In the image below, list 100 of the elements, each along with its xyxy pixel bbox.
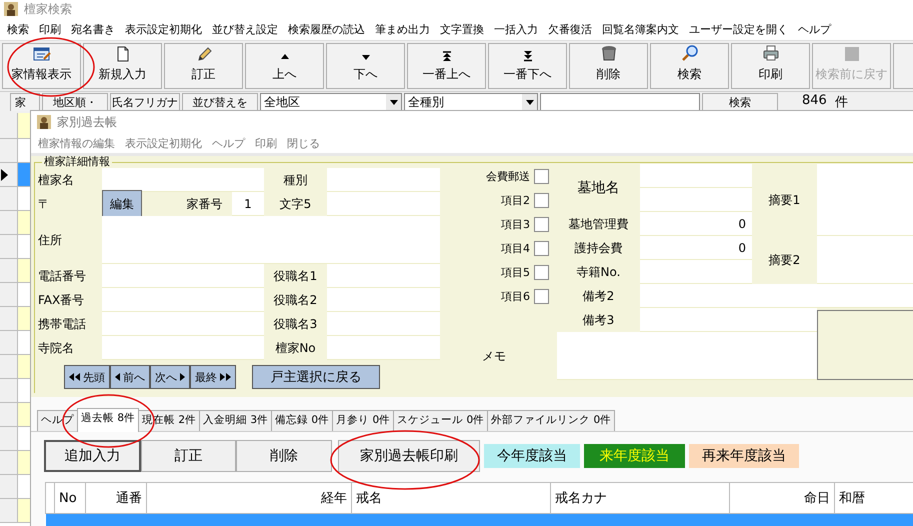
checkbox[interactable] [534,264,549,280]
tab[interactable]: 入金明細 3件 [199,410,272,431]
menu-item[interactable]: ユーザー設定を開く [684,22,793,36]
menu-item[interactable]: 筆まめ出力 [370,22,435,36]
checkbox[interactable] [534,168,549,184]
caret-icon [390,100,398,105]
menu-item[interactable]: 検索履歴の読込 [283,22,370,36]
toolbar-button[interactable]: 訂正 [164,43,243,89]
column-header[interactable]: 戒名 [352,482,550,514]
toolbar-button[interactable]: 検索 [650,43,729,89]
column-header[interactable]: 戒名カナ [550,482,730,514]
tab[interactable]: 月参り 0件 [332,410,394,431]
menu-item[interactable]: 回覧名簿案内文 [597,22,684,36]
toolbar-button[interactable]: 家情報表示 [2,43,81,89]
menu-item[interactable]: ヘルプ [793,22,836,36]
tab[interactable]: 備忘録 0件 [271,410,334,431]
field-label: FAX番号 [38,292,86,308]
text-field[interactable] [102,216,440,264]
text-field[interactable] [640,188,752,212]
bottom-arrow-icon [522,50,532,62]
text-field[interactable] [640,284,913,308]
text-field[interactable] [640,164,752,188]
text-field[interactable] [102,312,264,336]
sort-button[interactable]: 地区順・ [42,93,108,111]
sort-button[interactable]: 氏名フリガナ [110,93,180,111]
text-field[interactable] [327,288,440,312]
text-field[interactable] [640,308,817,332]
sort-button[interactable]: 家 [10,93,40,111]
menu-item[interactable]: 宛名書き [66,22,120,36]
text-field[interactable] [640,260,752,284]
tab[interactable]: 外部ファイルリンク 0件 [487,410,616,431]
toolbar-button[interactable]: 削除 [569,43,648,89]
window-title: 家別過去帳 [57,114,117,130]
menu-item[interactable]: 檀家情報の編集 [33,136,120,150]
text-field[interactable] [327,312,440,336]
grid-cell [18,307,30,330]
action-button[interactable]: 削除 [236,440,332,472]
checkbox[interactable] [534,192,549,208]
toolbar-button[interactable]: 一番下へ [488,43,567,89]
field-label: 寺籍No. [576,264,622,280]
tab[interactable]: スケジュール 0件 [393,410,488,431]
top-arrow-icon [442,50,452,62]
checkbox-label: 項目6 [501,288,530,304]
action-button[interactable]: 訂正 [141,440,236,472]
double-right-icon [220,373,231,381]
checkbox[interactable] [534,240,549,256]
dropdown[interactable]: 全種別 [404,93,538,111]
dropdown[interactable]: 全地区 [260,93,402,111]
memo-field[interactable] [557,332,817,380]
menu-item[interactable]: 表示設定初期化 [120,22,207,36]
nav-button[interactable]: 先頭 [64,365,110,389]
toolbar-button[interactable]: 一番上へ [407,43,486,89]
menu-item[interactable]: 閉じる [282,136,325,150]
menu-item[interactable]: 印刷 [250,136,282,150]
text-field[interactable] [102,288,264,312]
tab[interactable]: 過去帳 8件 [77,408,140,432]
checkbox[interactable] [534,216,549,232]
checkbox[interactable] [534,288,549,304]
count-unit: 件 [834,94,848,111]
trash-icon [600,44,618,62]
nav-button[interactable]: 次へ [150,365,190,389]
action-button[interactable]: 追加入力 [44,440,141,472]
toolbar-button[interactable]: 新規入力 [83,43,162,89]
menu-item[interactable]: 並び替え設定 [207,22,283,36]
text-field[interactable] [327,336,440,360]
text-field[interactable] [102,168,264,192]
field-label: 役職名1 [272,268,318,284]
text-field[interactable] [327,168,440,192]
column-header[interactable]: 経年 [146,482,352,514]
text-field[interactable] [817,164,913,236]
sort-button[interactable]: 並び替えを [182,93,258,111]
toolbar-button[interactable]: 下へ [326,43,405,89]
menu-item[interactable]: 表示設定初期化 [120,136,207,150]
nav-button[interactable]: 前へ [110,365,150,389]
text-field[interactable] [817,236,913,284]
action-button[interactable]: 家別過去帳印刷 [338,440,480,472]
tab[interactable]: ヘルプ [37,410,78,431]
search-button[interactable]: 検索 [702,93,778,111]
toolbar-button[interactable]: 上へ [245,43,324,89]
text-field[interactable] [327,264,440,288]
text-field[interactable] [102,264,264,288]
text-field[interactable]: 0 [640,212,752,236]
back-button[interactable]: 戸主選択に戻る [252,365,380,389]
text-field[interactable] [327,192,440,216]
field-label: 墓地管理費 [568,216,630,232]
menu-item[interactable]: 印刷 [34,22,66,36]
toolbar-button[interactable]: 印刷 [731,43,810,89]
text-field[interactable]: 0 [640,236,752,260]
menu-item[interactable]: 欠番復活 [543,22,597,36]
nav-button[interactable]: 最終 [190,365,236,389]
field-label: 文字5 [278,196,312,212]
menu-item[interactable]: 一括入力 [489,22,543,36]
search-field[interactable] [540,93,700,111]
row-header[interactable] [0,163,18,186]
menu-item[interactable]: ヘルプ [207,136,250,150]
text-field[interactable]: 1 [232,192,264,216]
legend-tag: 再来年度該当 [689,444,799,468]
menu-item[interactable]: 文字置換 [435,22,489,36]
text-field[interactable] [102,336,264,360]
menu-item[interactable]: 検索 [2,22,34,36]
